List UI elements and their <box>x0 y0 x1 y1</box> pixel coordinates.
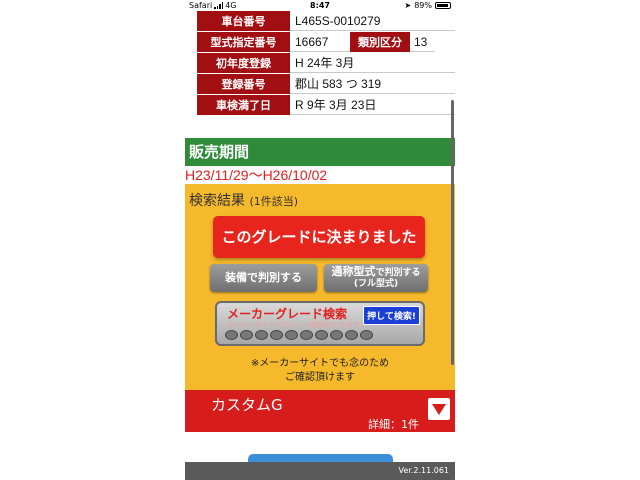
table-row: 車検満了日 R 9年 3月 23日 <box>197 95 455 116</box>
app-screen: Safari 4G 8:47 ➤ 89% 車台番号 L465S-0010279 … <box>185 0 455 480</box>
registration-number-label: 登録番号 <box>197 74 290 94</box>
daihatsu-logo-icon <box>315 330 328 340</box>
grade-detail-count: 詳細：1件 <box>368 418 419 431</box>
sales-period-value: H23/11/29〜H26/10/02 <box>185 166 455 184</box>
mitsubishi-logo-icon <box>330 330 343 340</box>
table-row: 初年度登録 H 24年 3月 <box>197 53 455 74</box>
expand-toggle-button[interactable] <box>428 398 450 420</box>
footer-bar: Ver.2.11.061 <box>185 462 455 480</box>
first-registration-label: 初年度登録 <box>197 53 290 73</box>
sales-period-header: 販売期間 <box>185 138 455 166</box>
battery-percent: 89% <box>414 1 432 10</box>
model-designation-label: 型式指定番号 <box>197 32 290 52</box>
mazda-logo-icon <box>270 330 283 340</box>
model-designation-value: 16667 <box>290 32 350 52</box>
status-right: ➤ 89% <box>405 0 451 11</box>
search-result-count: (1件該当) <box>249 195 299 208</box>
category-label: 類別区分 <box>350 32 410 52</box>
maker-logos <box>225 330 373 340</box>
maker-search-push-label: 押して検索! <box>363 306 420 325</box>
model-button-suffix: で判別する <box>375 268 421 278</box>
model-button-line2: (フル型式) <box>353 279 399 289</box>
maker-note-line2: ご確認頂けます <box>285 372 355 383</box>
table-row: 登録番号 郡山 583 つ 319 <box>197 74 455 95</box>
search-result-title: 検索結果 (1件該当) <box>189 190 298 210</box>
table-row: 型式指定番号 16667 類別区分 13 <box>197 32 455 53</box>
suzuki-logo-icon <box>300 330 313 340</box>
inspection-expiry-value: R 9年 3月 23日 <box>290 95 455 115</box>
grade-name: カスタムG <box>211 396 283 414</box>
app-version: Ver.2.11.061 <box>398 466 450 475</box>
lexus-logo-icon <box>345 330 358 340</box>
model-button-line1: 通称型式 <box>331 265 376 278</box>
nissan-logo-icon <box>240 330 253 340</box>
triangle-down-icon <box>432 404 446 415</box>
maker-search-subtitle: メーカーサイトでグレード検索ができます <box>227 321 360 329</box>
category-value: 13 <box>410 32 435 52</box>
identify-by-model-button[interactable]: 通称型式で判別する (フル型式) <box>324 264 428 292</box>
identify-by-equipment-button[interactable]: 装備で判別する <box>210 264 317 292</box>
status-bar: Safari 4G 8:47 ➤ 89% <box>185 0 455 11</box>
next-button-partial[interactable] <box>248 454 393 462</box>
chassis-number-value: L465S-0010279 <box>290 11 455 31</box>
first-registration-value: H 24年 3月 <box>290 53 455 73</box>
registration-number-value: 郡山 583 つ 319 <box>290 74 455 94</box>
inspection-expiry-label: 車検満了日 <box>197 95 290 115</box>
maker-grade-search-button[interactable]: メーカーグレード検索 押して検索! メーカーサイトでグレード検索ができます <box>215 301 425 346</box>
location-icon: ➤ <box>404 1 412 10</box>
chassis-number-label: 車台番号 <box>197 11 290 31</box>
subaru-logo-icon <box>285 330 298 340</box>
battery-icon <box>435 2 451 9</box>
toyota-logo-icon <box>225 330 238 340</box>
next-section <box>185 432 455 462</box>
vehicle-info-table: 車台番号 L465S-0010279 型式指定番号 16667 類別区分 13 … <box>197 11 455 116</box>
isuzu-logo-icon <box>360 330 373 340</box>
decide-grade-button[interactable]: このグレードに決まりました <box>213 216 425 258</box>
search-result-heading: 検索結果 <box>189 193 245 209</box>
grade-card[interactable]: カスタムG 詳細：1件 <box>185 390 455 432</box>
maker-note-line1: ※メーカーサイトでも念のため <box>250 358 390 369</box>
scrollbar[interactable] <box>451 100 454 365</box>
search-result-panel: 検索結果 (1件該当) このグレードに決まりました 装備で判別する 通称型式で判… <box>185 184 455 390</box>
honda-logo-icon <box>255 330 268 340</box>
table-row: 車台番号 L465S-0010279 <box>197 11 455 32</box>
